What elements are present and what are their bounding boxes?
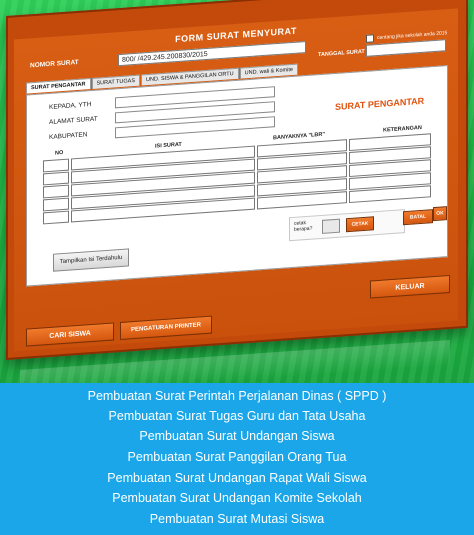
tampilkan-button[interactable]: Tampilkan Isi Terdahulu — [53, 248, 129, 272]
form-frame: FORM SURAT MENYURAT NOMOR SURAT 800/ /42… — [6, 0, 468, 360]
feature-list: Pembuatan Surat Perintah Perjalanan Dina… — [0, 383, 474, 535]
batal-button[interactable]: BATAL — [403, 209, 433, 226]
feature-item: Pembuatan Surat Panggilan Orang Tua — [127, 450, 347, 464]
checkbox-box[interactable] — [366, 34, 374, 43]
feature-item: Pembuatan Surat Perintah Perjalanan Dina… — [87, 389, 387, 403]
kepada-label: KEPADA, YTH — [49, 101, 92, 111]
kabupaten-label: KABUPATEN — [49, 131, 88, 141]
feature-item: Pembuatan Surat Undangan Rapat Wali Sisw… — [107, 471, 367, 485]
pengaturan-printer-button[interactable]: PENGATURAN PRINTER — [120, 315, 212, 341]
tab-panel: KEPADA, YTH ALAMAT SURAT KABUPATEN SURAT… — [26, 65, 448, 287]
cell-no[interactable] — [43, 184, 69, 199]
cell-no[interactable] — [43, 171, 69, 186]
tanggal-surat-label: TANGGAL SURAT — [318, 48, 365, 59]
feature-item: Pembuatan Surat Mutasi Siswa — [149, 512, 325, 526]
ok-button[interactable]: OK — [433, 206, 447, 222]
feature-item: Pembuatan Surat Undangan Siswa — [139, 429, 335, 443]
cell-no[interactable] — [43, 210, 69, 225]
cari-siswa-button[interactable]: CARI SISWA — [26, 322, 114, 347]
cetak-berapa-field[interactable] — [322, 218, 340, 234]
cell-no[interactable] — [43, 197, 69, 212]
print-box: cetak berapa? CETAK — [289, 209, 405, 242]
cetak-berapa-label: cetak berapa? — [294, 220, 313, 233]
col-banyaknya: BANYAKNYA "LBR" — [273, 131, 325, 142]
form-body: FORM SURAT MENYURAT NOMOR SURAT 800/ /42… — [14, 8, 458, 352]
cell-no[interactable] — [43, 158, 69, 173]
keluar-button[interactable]: KELUAR — [370, 274, 450, 299]
alamat-label: ALAMAT SURAT — [49, 115, 98, 126]
col-no: NO — [55, 149, 64, 157]
cetak-button[interactable]: CETAK — [346, 216, 374, 233]
col-isi-surat: ISI SURAT — [155, 141, 182, 150]
nomor-surat-label: NOMOR SURAT — [30, 58, 79, 70]
form-window: FORM SURAT MENYURAT NOMOR SURAT 800/ /42… — [6, 0, 468, 376]
col-keterangan: KETERANGAN — [383, 124, 422, 134]
feature-item: Pembuatan Surat Undangan Komite Sekolah — [112, 491, 362, 505]
panel-heading: SURAT PENGANTAR — [335, 95, 425, 112]
green-background: FORM SURAT MENYURAT NOMOR SURAT 800/ /42… — [0, 0, 474, 383]
feature-item: Pembuatan Surat Tugas Guru dan Tata Usah… — [108, 409, 366, 423]
